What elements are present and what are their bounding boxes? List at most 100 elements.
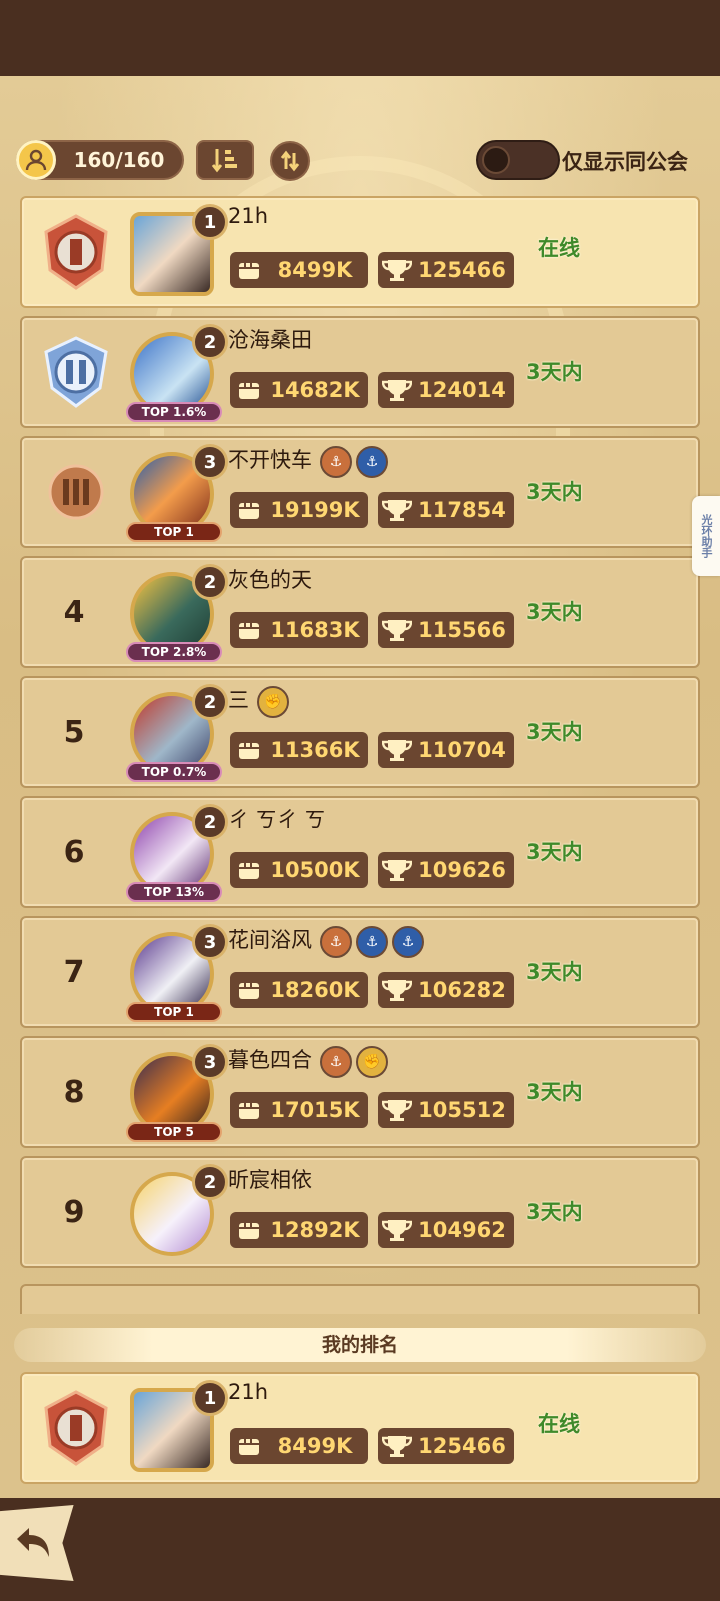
trophy-icon <box>380 1213 414 1247</box>
guild-gold-icon: ✊ <box>356 1046 388 1078</box>
ranking-row[interactable]: 3 TOP 1 不开快车 ⚓ ⚓ 19199K 117854 3天内 <box>20 436 700 548</box>
guild-blue-icon: ⚓ <box>356 446 388 478</box>
power-stat: 17015K <box>230 1092 368 1128</box>
trophy-icon <box>380 733 414 767</box>
person-icon <box>16 140 56 180</box>
fist-icon <box>232 853 266 887</box>
trophy-stat: 105512 <box>378 1092 514 1128</box>
top-percentile-tag: TOP 5 <box>126 1122 222 1142</box>
trophy-stat: 115566 <box>378 612 514 648</box>
top-percentile-tag: TOP 1 <box>126 522 222 542</box>
top-bar <box>0 0 720 76</box>
level-badge: 3 <box>192 924 228 960</box>
top-percentile-tag: TOP 2.8% <box>126 642 222 662</box>
trophy-stat: 117854 <box>378 492 514 528</box>
power-stat: 8499K <box>230 252 368 288</box>
member-counter: 160/160 <box>16 140 184 180</box>
ranking-row[interactable]: 4 2 TOP 2.8% 灰色的天 11683K 115566 3天内 <box>20 556 700 668</box>
ranking-row[interactable]: 1 21h 8499K 125466 在线 <box>20 196 700 308</box>
top-percentile-tag: TOP 13% <box>126 882 222 902</box>
ranking-row[interactable]: 5 2 TOP 0.7% 三 ✊ 11366K 110704 3天内 <box>20 676 700 788</box>
rank-number: 4 <box>63 594 85 630</box>
fist-icon <box>232 613 266 647</box>
trophy-icon <box>380 1093 414 1127</box>
level-badge: 1 <box>192 1380 228 1416</box>
top-percentile-tag: TOP 0.7% <box>126 762 222 782</box>
activity-status: 3天内 <box>526 840 583 864</box>
fist-icon <box>232 493 266 527</box>
guild-bronze-icon: ⚓ <box>320 1046 352 1078</box>
guild-bronze-icon: ⚓ <box>320 446 352 478</box>
power-stat: 12892K <box>230 1212 368 1248</box>
player-name: 三 <box>228 688 249 712</box>
level-badge: 3 <box>192 1044 228 1080</box>
bottom-bar <box>0 1498 720 1601</box>
rank-number: 7 <box>63 954 85 990</box>
ranking-row[interactable]: 8 3 TOP 5 暮色四合 ⚓ ✊ 17015K 105512 3天内 <box>20 1036 700 1148</box>
fist-icon <box>232 1429 266 1463</box>
player-name: 花间浴风 <box>228 928 312 952</box>
my-rank-header: 我的排名 <box>14 1328 706 1362</box>
trophy-stat: 109626 <box>378 852 514 888</box>
rank-number: 8 <box>63 1074 85 1110</box>
guild-bronze-icon: ⚓ <box>320 926 352 958</box>
order-toggle-button[interactable] <box>270 141 310 181</box>
guild-gold-icon: ✊ <box>257 686 289 718</box>
ranking-list[interactable]: 1 21h 8499K 125466 在线 2 TOP 1.6% 沧海桑田 14… <box>0 196 720 1314</box>
fist-icon <box>232 1213 266 1247</box>
side-assistant-tab[interactable]: 光环助手 <box>692 496 720 576</box>
power-stat: 10500K <box>230 852 368 888</box>
same-guild-toggle[interactable] <box>476 140 560 180</box>
power-stat: 19199K <box>230 492 368 528</box>
rank-1-badge <box>36 212 116 292</box>
player-name: 不开快车 <box>228 448 312 472</box>
level-badge: 2 <box>192 564 228 600</box>
player-name: 昕宸相依 <box>228 1168 312 1192</box>
level-badge: 3 <box>192 444 228 480</box>
level-badge: 2 <box>192 684 228 720</box>
sort-button[interactable] <box>196 140 254 180</box>
rank-number: 9 <box>63 1194 85 1230</box>
trophy-icon <box>380 973 414 1007</box>
power-stat: 14682K <box>230 372 368 408</box>
ranking-row[interactable]: 7 3 TOP 1 花间浴风 ⚓ ⚓ ⚓ 18260K 106282 3天内 <box>20 916 700 1028</box>
power-stat: 11683K <box>230 612 368 648</box>
player-name: 灰色的天 <box>228 568 312 592</box>
level-badge: 2 <box>192 1164 228 1200</box>
player-name: 暮色四合 <box>228 1048 312 1072</box>
player-name: 沧海桑田 <box>228 328 312 352</box>
ranking-row[interactable]: 9 2 昕宸相依 12892K 104962 3天内 <box>20 1156 700 1268</box>
toggle-knob <box>482 146 510 174</box>
activity-status: 在线 <box>538 236 580 260</box>
back-arrow-icon <box>17 1528 49 1557</box>
guild-icons: ✊ <box>257 686 289 718</box>
top-percentile-tag: TOP 1 <box>126 1002 222 1022</box>
power-stat: 11366K <box>230 732 368 768</box>
activity-status: 3天内 <box>526 480 583 504</box>
same-guild-toggle-label: 仅显示同公会 <box>562 150 688 174</box>
ranking-row-partial[interactable] <box>20 1284 700 1314</box>
trophy-icon <box>380 253 414 287</box>
trophy-stat: 104962 <box>378 1212 514 1248</box>
rank-number: 6 <box>63 834 85 870</box>
trophy-icon <box>380 373 414 407</box>
ranking-row[interactable]: 6 2 TOP 13% ㄔ ㄎㄔ ㄎ 10500K 109626 3天内 <box>20 796 700 908</box>
ranking-row[interactable]: 2 TOP 1.6% 沧海桑田 14682K 124014 3天内 <box>20 316 700 428</box>
fist-icon <box>232 733 266 767</box>
guild-blue-icon: ⚓ <box>356 926 388 958</box>
trophy-icon <box>380 493 414 527</box>
activity-status: 3天内 <box>526 720 583 744</box>
level-badge: 2 <box>192 804 228 840</box>
trophy-stat: 125466 <box>378 1428 514 1464</box>
sort-icon <box>211 149 237 173</box>
fist-icon <box>232 253 266 287</box>
trophy-stat: 125466 <box>378 252 514 288</box>
guild-blue-icon: ⚓ <box>392 926 424 958</box>
activity-status: 3天内 <box>526 1200 583 1224</box>
trophy-stat: 124014 <box>378 372 514 408</box>
my-rank-row[interactable]: 1 21h 8499K 125466 在线 <box>20 1372 700 1484</box>
player-name: 21h <box>228 1380 269 1404</box>
rank-1-badge <box>36 1388 116 1468</box>
swap-arrows-icon <box>280 150 300 172</box>
trophy-icon <box>380 853 414 887</box>
